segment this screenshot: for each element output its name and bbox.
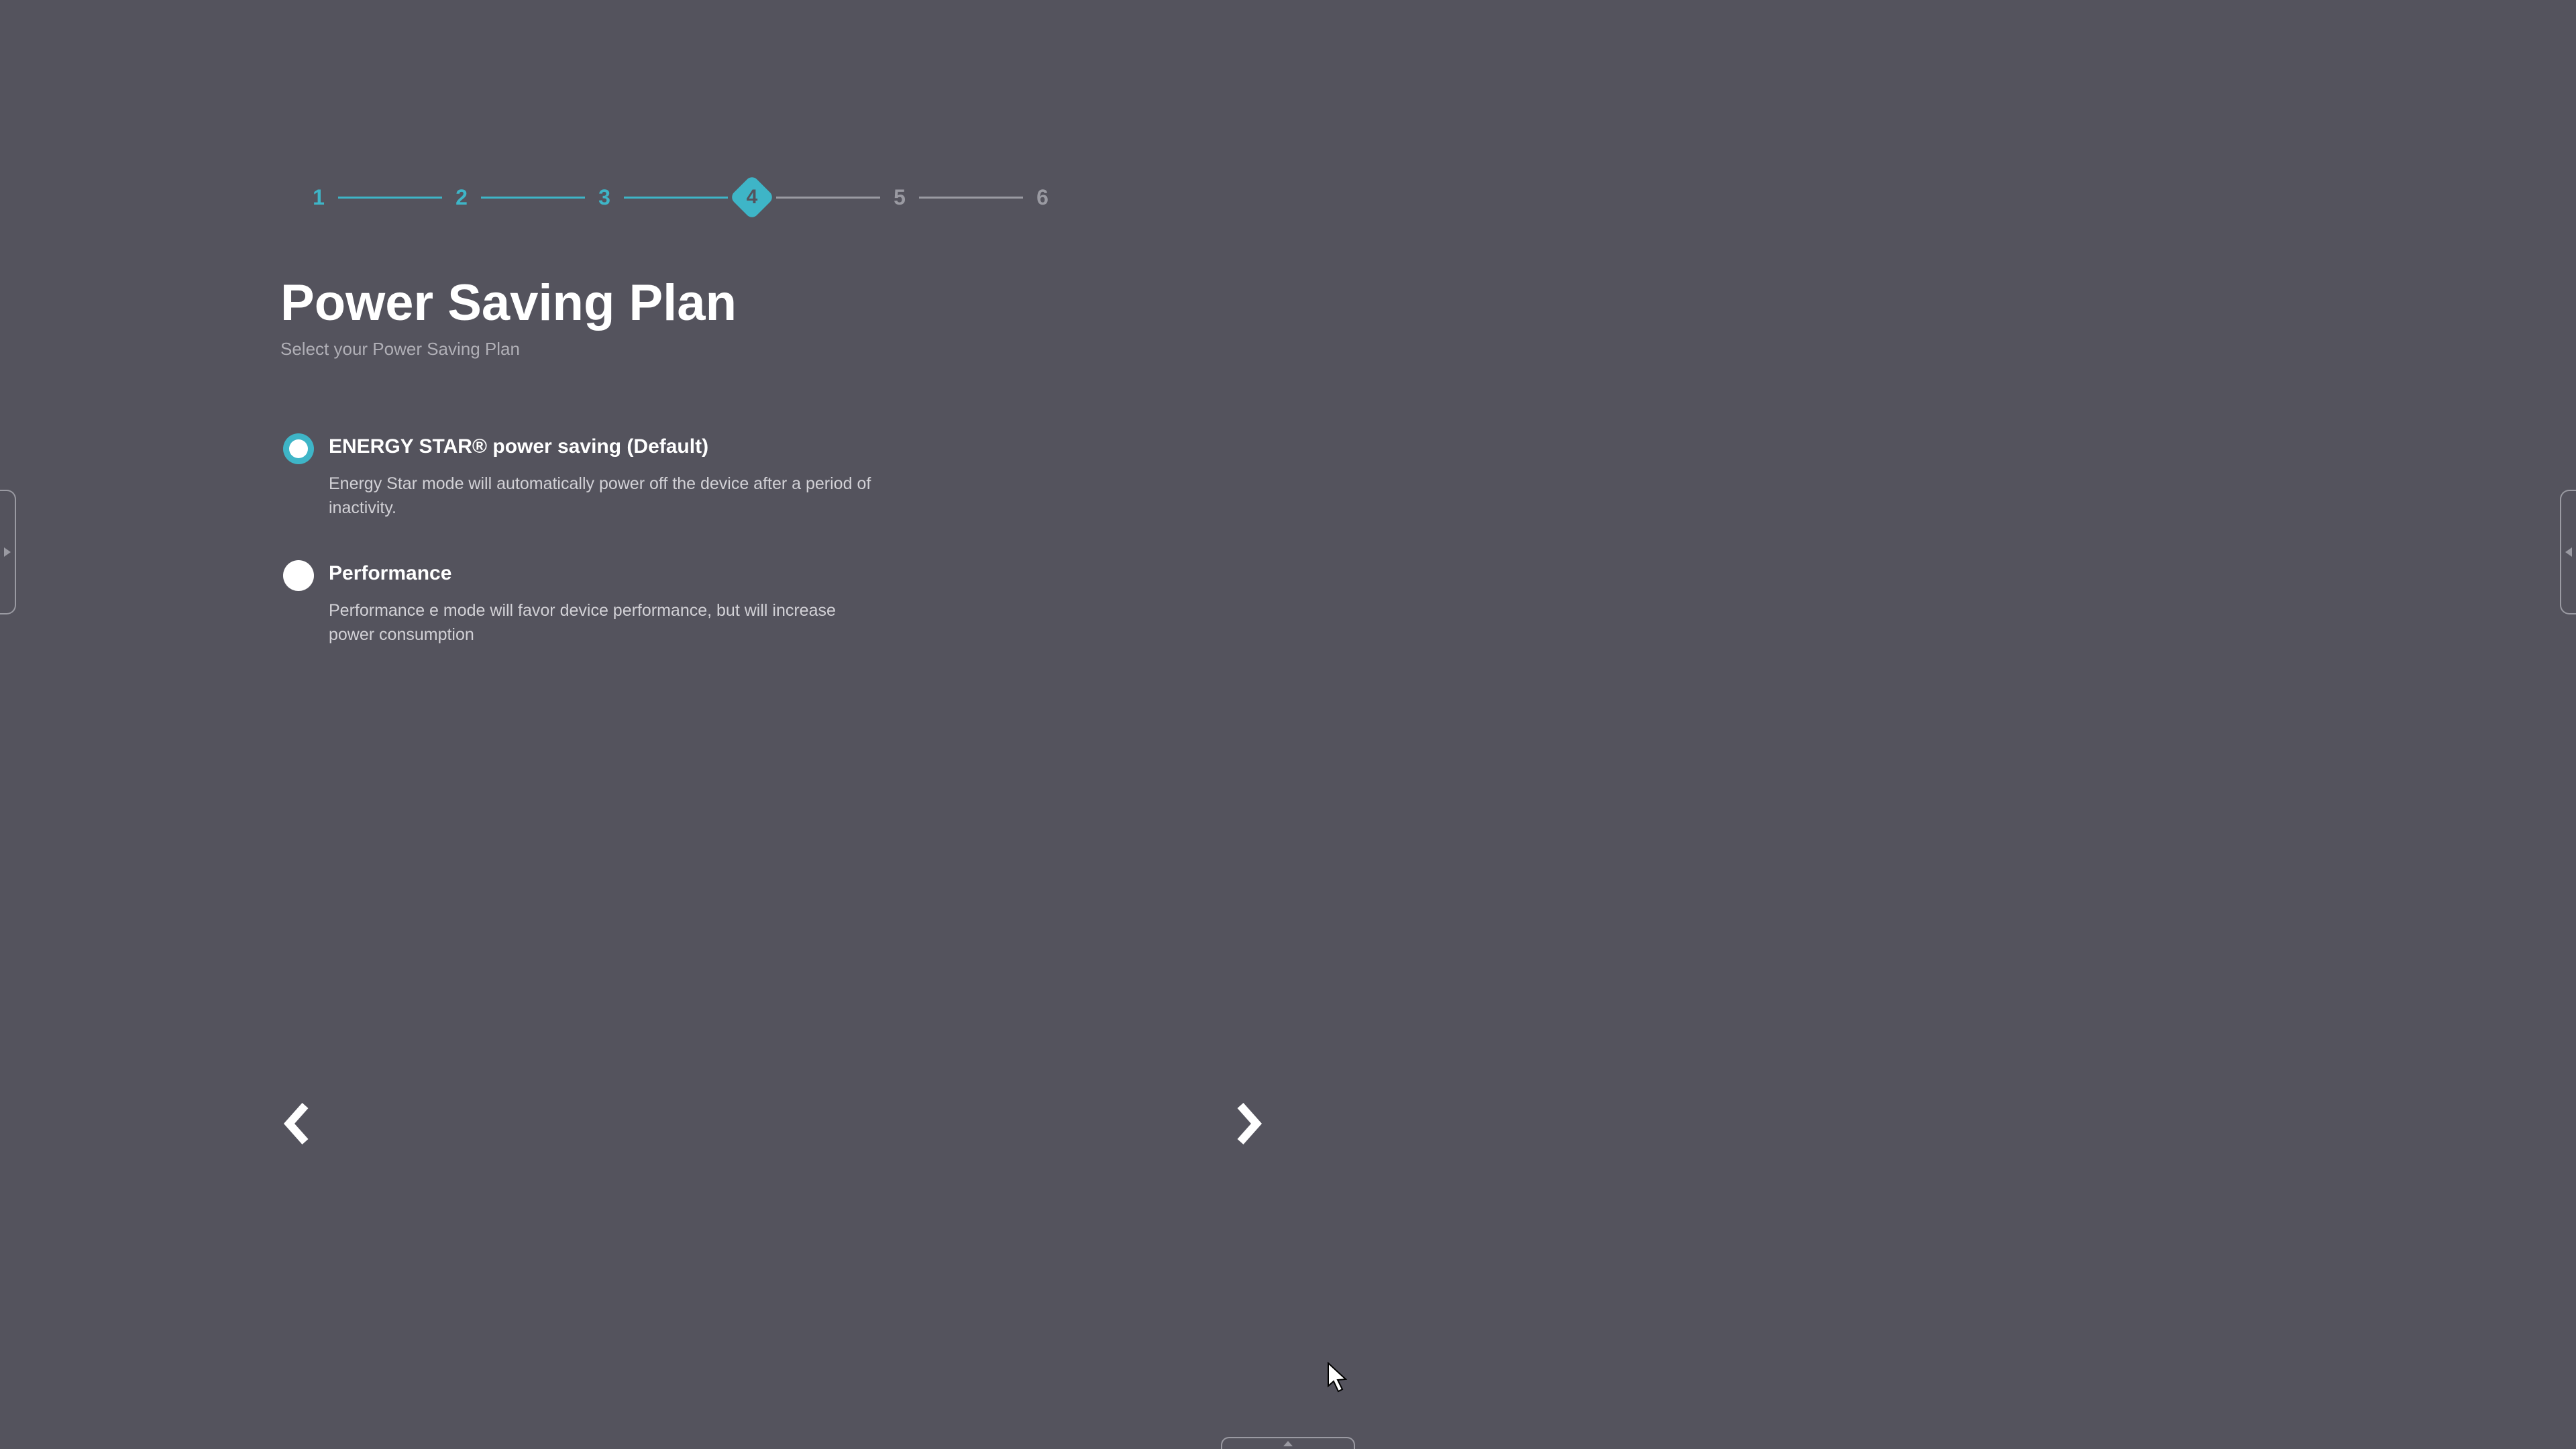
step-line [776, 197, 880, 199]
step-4-current: 4 [736, 181, 768, 213]
chevron-left-icon [281, 1100, 312, 1147]
page-subtitle: Select your Power Saving Plan [280, 339, 1273, 360]
triangle-left-icon [2564, 546, 2573, 558]
option-description: Performance e mode will favor device per… [329, 598, 872, 647]
triangle-up-icon [1282, 1440, 1294, 1448]
option-performance[interactable]: Performance Performance e mode will favo… [283, 560, 1273, 647]
step-line [624, 197, 728, 199]
next-button[interactable] [1229, 1100, 1269, 1147]
chevron-right-icon [1234, 1100, 1265, 1147]
step-6: 6 [1031, 185, 1054, 210]
radio-energy-star[interactable] [283, 433, 314, 464]
option-label: Performance [329, 560, 872, 588]
step-line [481, 197, 585, 199]
left-panel-handle[interactable] [0, 490, 16, 614]
step-3[interactable]: 3 [593, 185, 616, 210]
previous-button[interactable] [276, 1100, 317, 1147]
step-line [919, 197, 1023, 199]
option-energy-star[interactable]: ENERGY STAR® power saving (Default) Ener… [283, 433, 1273, 520]
radio-performance[interactable] [283, 560, 314, 591]
right-panel-handle[interactable] [2560, 490, 2576, 614]
cursor-icon [1326, 1362, 1352, 1394]
option-description: Energy Star mode will automatically powe… [329, 472, 872, 521]
step-2[interactable]: 2 [450, 185, 473, 210]
bottom-panel-handle[interactable] [1221, 1437, 1355, 1449]
option-label: ENERGY STAR® power saving (Default) [329, 433, 872, 461]
wizard-stepper: 1 2 3 4 5 6 [307, 181, 1273, 213]
triangle-right-icon [3, 546, 12, 558]
step-line [338, 197, 442, 199]
step-5: 5 [888, 185, 911, 210]
step-1[interactable]: 1 [307, 185, 330, 210]
page-title: Power Saving Plan [280, 274, 1273, 332]
